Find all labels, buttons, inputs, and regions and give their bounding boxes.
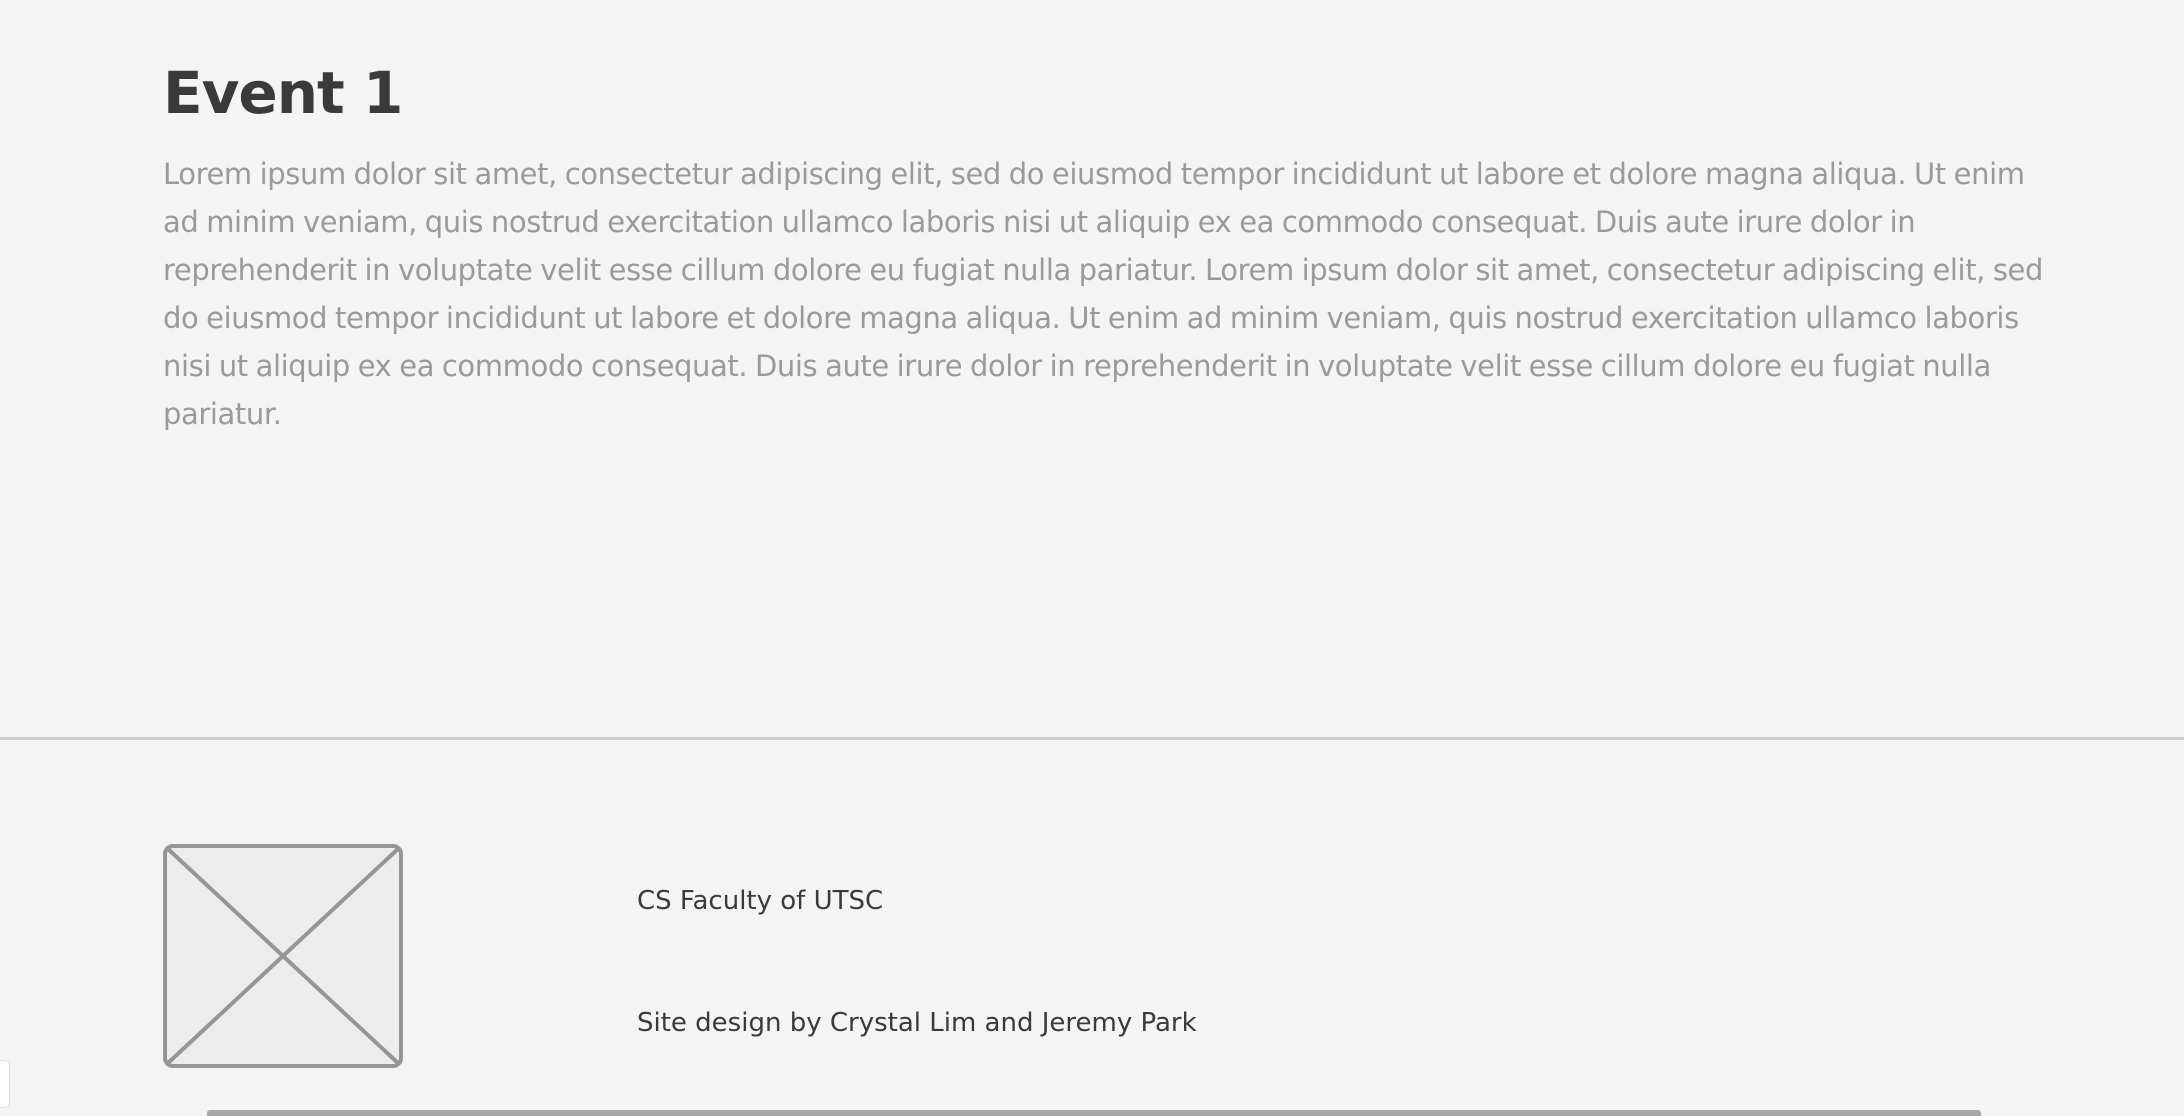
event-content: Event 1 Lorem ipsum dolor sit amet, cons… <box>163 0 2043 438</box>
footer-divider <box>0 737 2184 740</box>
footer-organization: CS Faculty of UTSC <box>637 886 884 916</box>
image-placeholder-icon <box>163 844 403 1068</box>
edge-tab[interactable] <box>0 1060 10 1108</box>
footer-credit: Site design by Crystal Lim and Jeremy Pa… <box>637 1008 1197 1038</box>
event-description: Lorem ipsum dolor sit amet, consectetur … <box>163 157 2043 431</box>
event-title: Event 1 <box>163 59 403 127</box>
horizontal-scrollbar[interactable] <box>207 1110 1981 1116</box>
